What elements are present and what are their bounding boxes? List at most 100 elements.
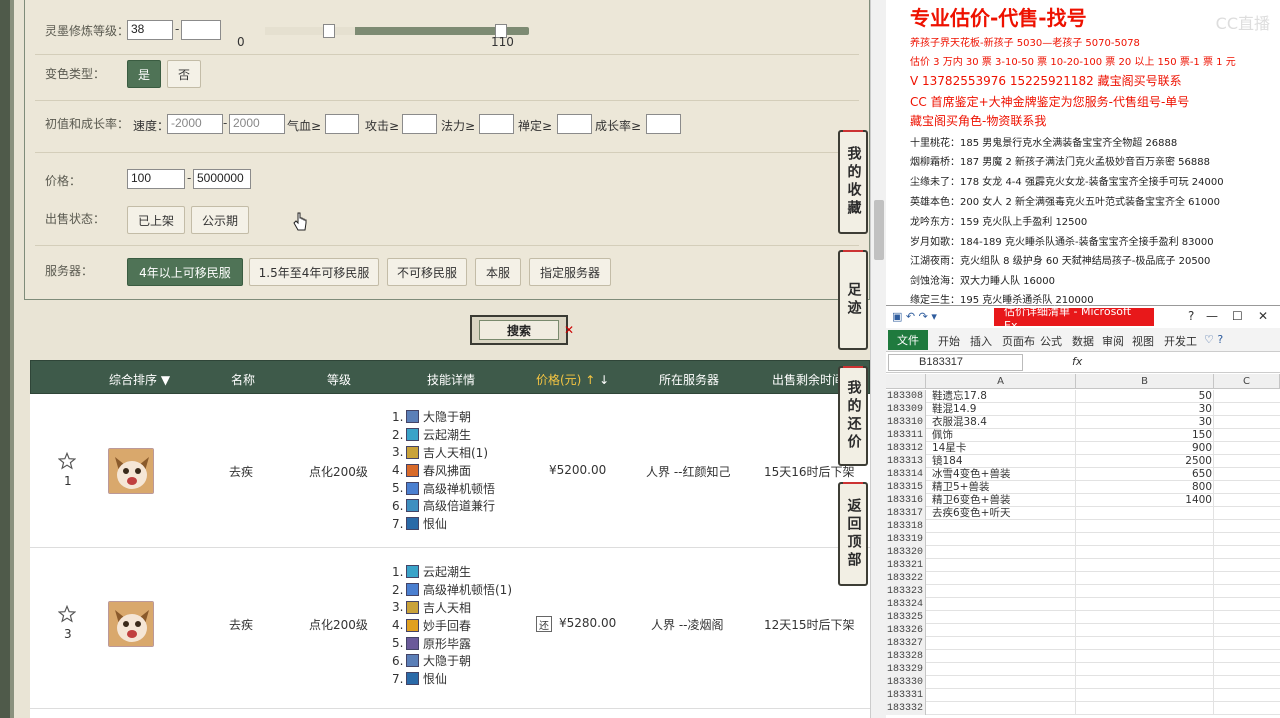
skill-item[interactable]: 5. 原形毕露 (392, 634, 512, 652)
table-row[interactable]: 1 去疾 点化200级 1. 大隐于朝 2. 云起潮生 3. 吉人天相(1) 4. 春风… (30, 396, 870, 548)
skill-item[interactable]: 2. 高级禅机顿悟(1) (392, 581, 512, 599)
level-min-input[interactable]: 38 (127, 20, 173, 40)
attack-input[interactable] (402, 114, 437, 134)
skill-item[interactable]: 6. 大隐于朝 (392, 652, 512, 670)
color-no-button[interactable]: 否 (167, 60, 201, 88)
ribbon-tab-review[interactable]: 审阅 (1102, 333, 1124, 349)
mana-input[interactable] (479, 114, 514, 134)
row-number[interactable]: 183314 (886, 468, 926, 481)
ribbon-tab-formulas[interactable]: 公式 (1040, 333, 1062, 349)
skill-item[interactable]: 4. 春风拂面 (392, 461, 495, 479)
back-to-top-tab[interactable]: 返回顶部 (838, 482, 868, 586)
row-number[interactable]: 183325 (886, 611, 926, 624)
close-icon[interactable]: ✕ (564, 323, 574, 337)
row-number[interactable]: 183332 (886, 702, 926, 715)
skill-item[interactable]: 1. 大隐于朝 (392, 408, 495, 426)
ribbon-tab-home[interactable]: 开始 (938, 333, 960, 349)
maximize-icon[interactable]: ☐ (1232, 309, 1243, 323)
row-number[interactable]: 183313 (886, 455, 926, 468)
price-min-input[interactable]: 100 (127, 169, 185, 189)
speed-min-input[interactable]: -2000 (167, 114, 223, 134)
footprints-tab[interactable]: 足迹 (838, 250, 868, 350)
pet-avatar[interactable] (108, 448, 154, 494)
favorite-star-icon[interactable] (58, 452, 76, 470)
server-option-4y[interactable]: 4年以上可移民服 (127, 258, 243, 286)
help-icon[interactable]: ♡ ? (1204, 333, 1223, 346)
row-number[interactable]: 183311 (886, 429, 926, 442)
scrollbar-thumb[interactable] (874, 200, 884, 260)
skill-item[interactable]: 5. 高级禅机顿悟 (392, 479, 495, 497)
skill-item[interactable]: 2. 云起潮生 (392, 426, 495, 444)
row-number[interactable]: 183315 (886, 481, 926, 494)
column-header-a[interactable]: A (926, 374, 1076, 389)
server-option-specified[interactable]: 指定服务器 (529, 258, 611, 286)
row-number[interactable]: 183316 (886, 494, 926, 507)
fx-icon[interactable]: fx (1072, 355, 1082, 368)
row-number[interactable]: 183312 (886, 442, 926, 455)
ribbon-tab-view[interactable]: 视图 (1132, 333, 1154, 349)
name-box[interactable]: B183317 (888, 354, 1023, 371)
row-number[interactable]: 183322 (886, 572, 926, 585)
speed-max-input[interactable]: 2000 (229, 114, 285, 134)
level-slider-handle-min[interactable] (323, 24, 335, 38)
my-counteroffers-tab[interactable]: 我的还价 (838, 366, 868, 466)
server-option-this[interactable]: 本服 (475, 258, 521, 286)
row-number[interactable]: 183309 (886, 403, 926, 416)
quick-access-icons[interactable]: ▣ ↶ ↷ ▾ (892, 310, 937, 323)
ribbon-tab-page-layout[interactable]: 页面布 (1002, 333, 1035, 349)
ribbon-tab-developer[interactable]: 开发工 (1164, 333, 1197, 349)
row-number[interactable]: 183331 (886, 689, 926, 702)
pet-name[interactable]: 去疾 (229, 616, 253, 633)
haggle-badge[interactable]: 还 (536, 616, 552, 632)
status-listed-button[interactable]: 已上架 (127, 206, 185, 234)
growth-rate-input[interactable] (646, 114, 681, 134)
ribbon-tab-data[interactable]: 数据 (1072, 333, 1094, 349)
close-icon[interactable]: ✕ (1258, 309, 1268, 323)
favorite-star-icon[interactable] (58, 605, 76, 623)
row-number[interactable]: 183330 (886, 676, 926, 689)
skill-item[interactable]: 3. 吉人天相 (392, 599, 512, 617)
row-number[interactable]: 183321 (886, 559, 926, 572)
row-number[interactable]: 183324 (886, 598, 926, 611)
row-number[interactable]: 183319 (886, 533, 926, 546)
pet-avatar[interactable] (108, 601, 154, 647)
server-option-1-5y[interactable]: 1.5年至4年可移民服 (249, 258, 379, 286)
color-yes-button[interactable]: 是 (127, 60, 161, 88)
skill-item[interactable]: 1. 云起潮生 (392, 563, 512, 581)
skill-item[interactable]: 3. 吉人天相(1) (392, 444, 495, 462)
row-number[interactable]: 183323 (886, 585, 926, 598)
ribbon-tab-insert[interactable]: 插入 (970, 333, 992, 349)
skill-item[interactable]: 6. 高级倍道兼行 (392, 497, 495, 515)
pet-name[interactable]: 去疾 (229, 463, 253, 480)
row-number[interactable]: 183317 (886, 507, 926, 520)
row-number[interactable]: 183310 (886, 416, 926, 429)
row-number[interactable]: 183318 (886, 520, 926, 533)
my-favorites-tab[interactable]: 我的收藏 (838, 130, 868, 234)
file-tab[interactable]: 文件 (888, 330, 928, 350)
minimize-icon[interactable]: — (1206, 309, 1218, 323)
level-max-input[interactable] (181, 20, 221, 40)
column-header-c[interactable]: C (1214, 374, 1280, 389)
row-number[interactable]: 183326 (886, 624, 926, 637)
select-all-corner[interactable] (886, 374, 926, 389)
price-header[interactable]: 价格(元) ↑ ↓ (536, 371, 609, 388)
price-max-input[interactable]: 5000000 (193, 169, 251, 189)
row-number[interactable]: 183320 (886, 546, 926, 559)
server-option-no-migrate[interactable]: 不可移民服 (387, 258, 467, 286)
hp-input[interactable] (325, 114, 359, 134)
help-icon[interactable]: ? (1188, 309, 1194, 323)
table-row[interactable]: 3 去疾 点化200级 1. 云起潮生 2. 高级禅机顿悟(1) 3. 吉人天相 4.… (30, 549, 870, 709)
row-number[interactable]: 183327 (886, 637, 926, 650)
skill-item[interactable]: 7. 恨仙 (392, 515, 495, 533)
sort-header[interactable]: 综合排序 ▼ (109, 371, 170, 388)
row-number[interactable]: 183308 (886, 390, 926, 403)
column-header-b[interactable]: B (1076, 374, 1214, 389)
status-public-button[interactable]: 公示期 (191, 206, 249, 234)
row-number[interactable]: 183328 (886, 650, 926, 663)
skill-item[interactable]: 4. 妙手回春 (392, 616, 512, 634)
search-button[interactable]: 搜索 ✕ (470, 315, 574, 345)
focus-input[interactable] (557, 114, 592, 134)
skill-item[interactable]: 7. 恨仙 (392, 670, 512, 688)
page-scrollbar[interactable] (870, 0, 886, 718)
row-number[interactable]: 183329 (886, 663, 926, 676)
